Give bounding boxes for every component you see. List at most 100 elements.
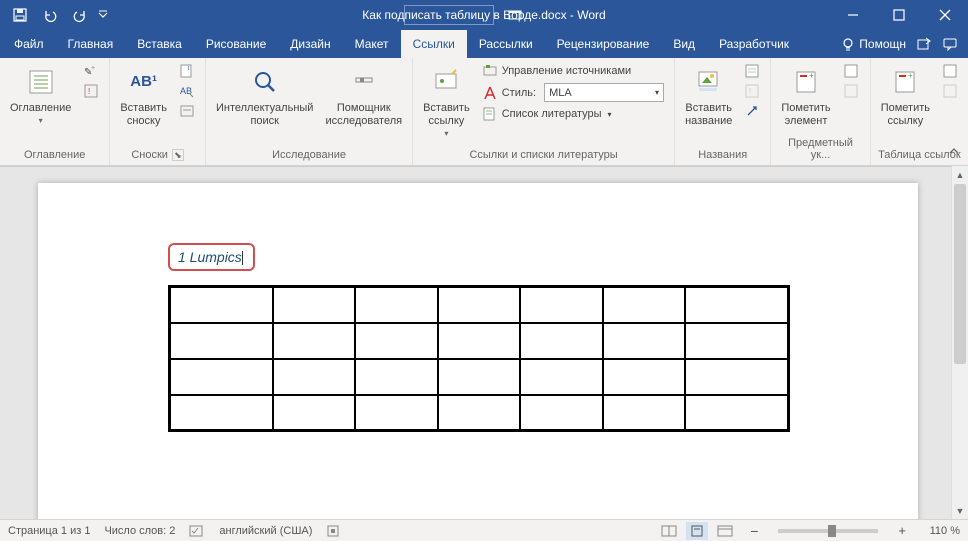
table-row[interactable] <box>170 287 789 323</box>
redo-button[interactable] <box>66 2 94 28</box>
table-cell[interactable] <box>685 323 788 359</box>
zoom-in-button[interactable]: + <box>898 523 906 538</box>
zoom-slider[interactable] <box>778 529 878 533</box>
tab-draw[interactable]: Рисование <box>194 30 278 58</box>
document-area[interactable]: 1 Lumpics <box>0 166 968 519</box>
cross-reference-button[interactable] <box>740 102 764 120</box>
table-cell[interactable] <box>170 395 273 431</box>
tab-home[interactable]: Главная <box>56 30 126 58</box>
undo-button[interactable] <box>36 2 64 28</box>
toc-button[interactable]: Оглавление ▾ <box>6 62 75 128</box>
table-cell[interactable] <box>438 323 521 359</box>
tell-me-button[interactable]: Помощн <box>841 37 906 51</box>
table-cell[interactable] <box>273 287 356 323</box>
insert-endnote-button[interactable]: i <box>175 62 199 80</box>
word-count-status[interactable]: Число слов: 2 <box>104 525 175 537</box>
share-button[interactable] <box>916 36 932 52</box>
table-cell[interactable] <box>355 395 438 431</box>
insert-caption-button[interactable]: Вставить название <box>681 62 736 130</box>
scroll-down-button[interactable]: ▼ <box>952 502 968 519</box>
tab-mailings[interactable]: Рассылки <box>467 30 545 58</box>
language-status[interactable]: английский (США) <box>219 525 312 537</box>
zoom-slider-knob[interactable] <box>828 525 836 537</box>
tab-review[interactable]: Рецензирование <box>545 30 662 58</box>
web-layout-button[interactable] <box>714 522 736 540</box>
table-cell[interactable] <box>355 359 438 395</box>
mark-entry-button[interactable]: + Пометить элемент <box>777 62 834 130</box>
zoom-out-button[interactable]: − <box>750 523 758 539</box>
spellcheck-status[interactable] <box>189 524 205 538</box>
table-row[interactable] <box>170 323 789 359</box>
smart-lookup-button[interactable]: Интеллектуальный поиск <box>212 62 317 130</box>
add-text-button[interactable]: ✎+ <box>79 62 103 80</box>
page[interactable]: 1 Lumpics <box>38 183 918 519</box>
maximize-button[interactable] <box>876 0 922 30</box>
tab-layout[interactable]: Макет <box>343 30 401 58</box>
page-number-status[interactable]: Страница 1 из 1 <box>8 525 90 537</box>
show-notes-button[interactable] <box>175 102 199 120</box>
table-cell[interactable] <box>273 395 356 431</box>
table-caption[interactable]: 1 Lumpics <box>168 243 255 271</box>
insert-footnote-button[interactable]: AB¹ Вставить сноску <box>116 62 171 130</box>
zoom-level[interactable]: 110 % <box>920 525 960 537</box>
table-cell[interactable] <box>170 323 273 359</box>
print-layout-button[interactable] <box>686 522 708 540</box>
table-row[interactable] <box>170 395 789 431</box>
table-cell[interactable] <box>603 395 686 431</box>
collapse-ribbon-button[interactable] <box>944 141 964 161</box>
table-cell[interactable] <box>685 395 788 431</box>
vertical-scrollbar[interactable]: ▲ ▼ <box>951 166 968 519</box>
table-cell[interactable] <box>520 395 603 431</box>
table-cell[interactable] <box>170 359 273 395</box>
mark-citation-button[interactable]: + Пометить ссылку <box>877 62 934 130</box>
table-row[interactable] <box>170 359 789 395</box>
table-cell[interactable] <box>355 323 438 359</box>
tab-file[interactable]: Файл <box>2 30 56 58</box>
table-cell[interactable] <box>273 323 356 359</box>
table-cell[interactable] <box>520 359 603 395</box>
update-index-button[interactable] <box>839 82 863 100</box>
close-button[interactable] <box>922 0 968 30</box>
insert-tof-button[interactable] <box>740 62 764 80</box>
bibliography-button[interactable]: Список литературы ▾ <box>478 105 668 123</box>
scroll-thumb[interactable] <box>954 184 966 364</box>
insert-toa-button[interactable] <box>938 62 962 80</box>
tab-insert[interactable]: Вставка <box>125 30 194 58</box>
update-toc-button[interactable]: ! <box>79 82 103 100</box>
tab-view[interactable]: Вид <box>661 30 707 58</box>
insert-index-button[interactable] <box>839 62 863 80</box>
table-cell[interactable] <box>438 287 521 323</box>
table-cell[interactable] <box>273 359 356 395</box>
tab-design[interactable]: Дизайн <box>278 30 342 58</box>
update-toa-button[interactable] <box>938 82 962 100</box>
footnotes-launcher[interactable]: ⬊ <box>172 149 184 161</box>
macro-status[interactable] <box>326 524 340 538</box>
table-cell[interactable] <box>520 323 603 359</box>
table-cell[interactable] <box>685 359 788 395</box>
qat-customize-button[interactable] <box>96 2 110 28</box>
scroll-up-button[interactable]: ▲ <box>952 166 968 183</box>
manage-sources-button[interactable]: Управление источниками <box>478 62 668 80</box>
table-cell[interactable] <box>603 287 686 323</box>
document-table[interactable] <box>168 285 790 432</box>
table-cell[interactable] <box>170 287 273 323</box>
read-mode-button[interactable] <box>658 522 680 540</box>
table-cell[interactable] <box>438 395 521 431</box>
researcher-button[interactable]: Помощник исследователя <box>321 62 406 130</box>
tab-developer[interactable]: Разработчик <box>707 30 801 58</box>
table-cell[interactable] <box>685 287 788 323</box>
table-cell[interactable] <box>438 359 521 395</box>
save-button[interactable] <box>6 2 34 28</box>
table-cell[interactable] <box>603 323 686 359</box>
next-footnote-icon: AB <box>179 83 195 99</box>
minimize-button[interactable] <box>830 0 876 30</box>
table-cell[interactable] <box>355 287 438 323</box>
next-footnote-button[interactable]: AB <box>175 82 199 100</box>
table-cell[interactable] <box>520 287 603 323</box>
insert-citation-button[interactable]: Вставить ссылку ▾ <box>419 62 474 141</box>
comments-button[interactable] <box>942 36 958 52</box>
update-tof-button[interactable]: ! <box>740 82 764 100</box>
tab-references[interactable]: Ссылки <box>401 30 467 58</box>
citation-style-select[interactable]: MLA ▾ <box>544 83 664 102</box>
table-cell[interactable] <box>603 359 686 395</box>
